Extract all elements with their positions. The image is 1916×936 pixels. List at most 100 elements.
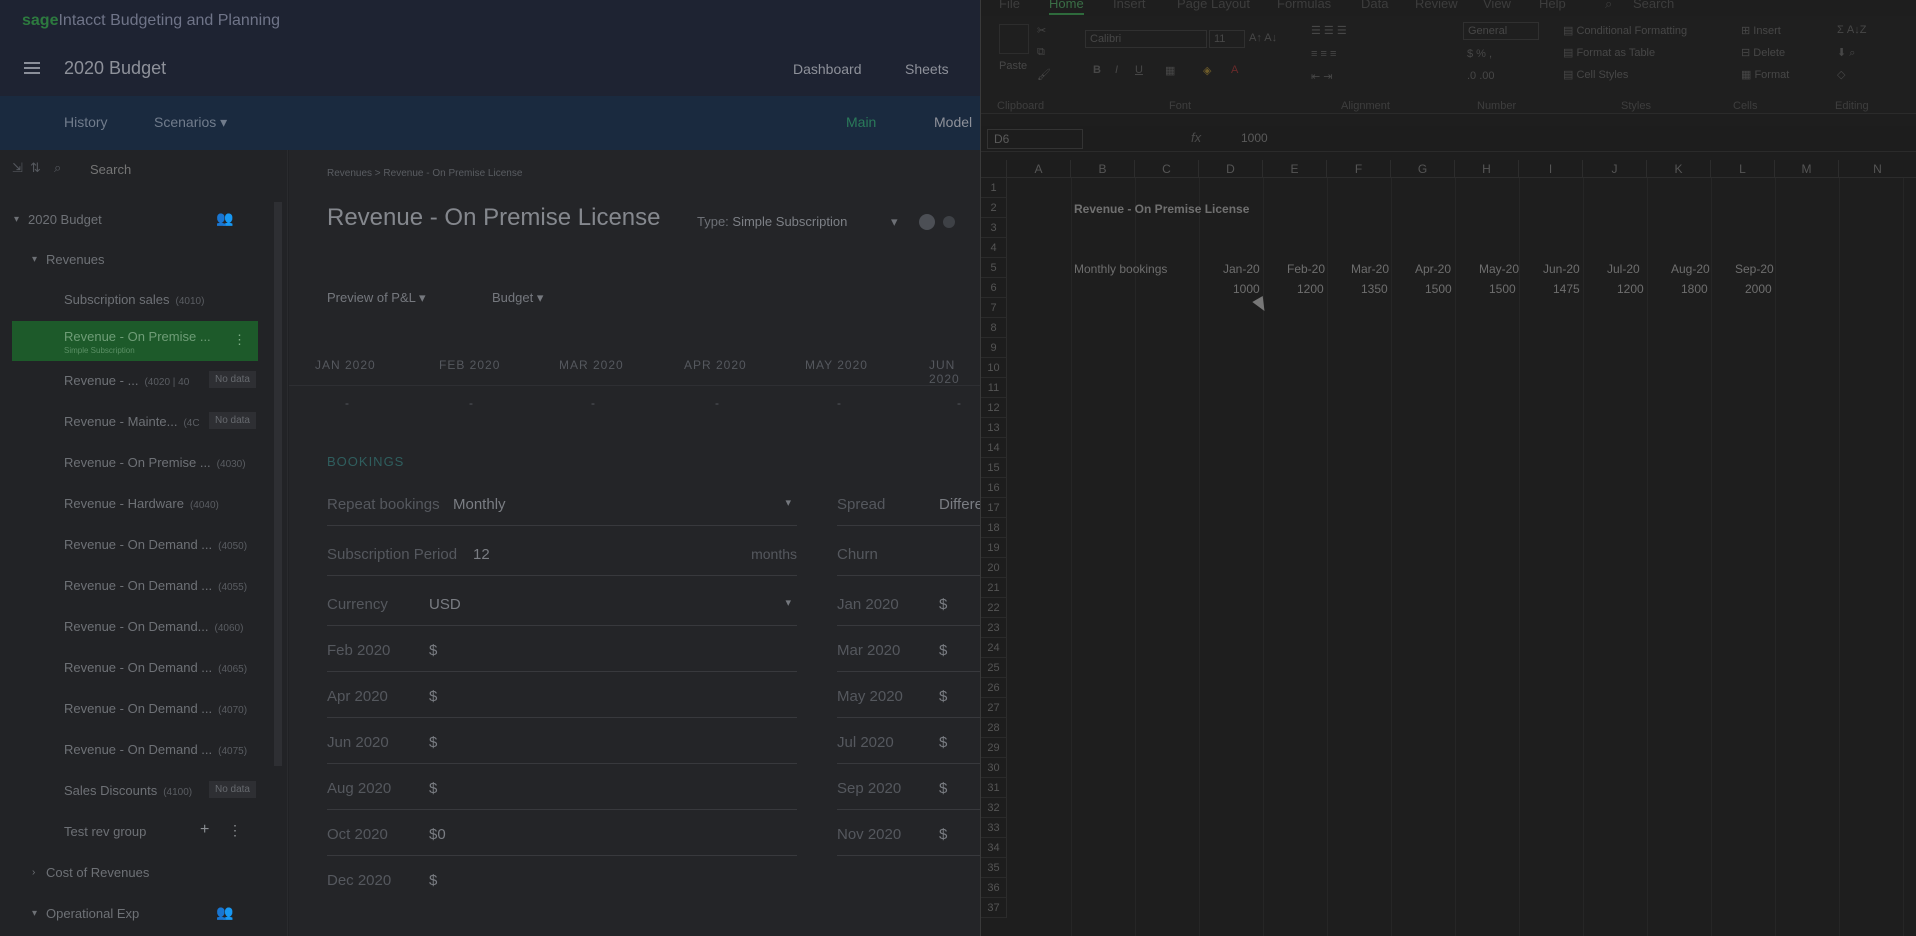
month-cell[interactable]: Jul-20 — [1607, 262, 1640, 276]
month-field[interactable]: Oct 2020 $0 — [327, 816, 797, 856]
nav-sheets[interactable]: Sheets — [905, 61, 949, 77]
font-size-select[interactable]: 11 — [1209, 30, 1245, 48]
tab-page-layout[interactable]: Page Layout — [1177, 0, 1250, 11]
more-icon[interactable]: ⋮ — [228, 822, 242, 839]
select-all-corner[interactable] — [981, 160, 1007, 178]
tab-formulas[interactable]: Formulas — [1277, 0, 1331, 11]
column-header[interactable]: L — [1711, 160, 1775, 178]
tree-item-selected[interactable]: Revenue - On Premise ... Simple Subscrip… — [12, 321, 258, 361]
row-header[interactable]: 32 — [981, 798, 1007, 818]
subscription-period-field[interactable]: Subscription Period 12 months — [327, 536, 797, 576]
clear-icon[interactable]: ◇ — [1837, 68, 1845, 81]
row-header[interactable]: 37 — [981, 898, 1007, 918]
row-header[interactable]: 2 — [981, 198, 1007, 218]
row-header[interactable]: 5 — [981, 258, 1007, 278]
tab-home[interactable]: Home — [1049, 0, 1084, 15]
tree-item[interactable]: Revenue - On Demand... (4060) — [0, 607, 270, 647]
row-header[interactable]: 16 — [981, 478, 1007, 498]
row-header[interactable]: 34 — [981, 838, 1007, 858]
column-header[interactable]: N — [1839, 160, 1916, 178]
italic-icon[interactable]: I — [1115, 64, 1118, 76]
row-header[interactable]: 22 — [981, 598, 1007, 618]
column-header[interactable]: A — [1007, 160, 1071, 178]
format-painter-icon[interactable]: 🖌 — [1037, 68, 1051, 81]
column-header[interactable]: G — [1391, 160, 1455, 178]
spreadsheet-grid[interactable]: A B C D E F G H I J K L M N 1 2 3 4 5 6 7 8 9 10 1… — [981, 160, 1916, 936]
tree-item[interactable]: Sales Discounts (4100) No data — [0, 771, 270, 811]
sheet-title-cell[interactable]: Revenue - On Premise License — [1074, 202, 1249, 216]
tab-help[interactable]: Help — [1539, 0, 1566, 11]
tree-cost-of-revenues[interactable]: › Cost of Revenues — [0, 853, 270, 893]
tab-insert[interactable]: Insert — [1113, 0, 1146, 11]
play-icon[interactable] — [919, 214, 935, 230]
repeat-bookings-select[interactable]: Repeat bookings Monthly ▾ — [327, 486, 797, 526]
value-cell[interactable]: 2000 — [1745, 282, 1772, 296]
month-field[interactable]: Nov 2020 $ — [837, 816, 980, 856]
format-as-table-button[interactable]: ▤ Format as Table — [1563, 46, 1655, 59]
month-cell[interactable]: Sep-20 — [1735, 262, 1774, 276]
tree-item[interactable]: Subscription sales (4010) — [0, 280, 270, 320]
month-cell[interactable]: May-20 — [1479, 262, 1519, 276]
conditional-formatting-button[interactable]: ▤ Conditional Formatting — [1563, 24, 1687, 37]
font-color-icon[interactable]: A — [1231, 64, 1238, 76]
delete-cells-button[interactable]: ⊟ Delete — [1741, 46, 1785, 59]
value-cell[interactable]: 1500 — [1425, 282, 1452, 296]
tab-view[interactable]: View — [1483, 0, 1511, 11]
month-cell[interactable]: Jan-20 — [1223, 262, 1260, 276]
fill-color-icon[interactable]: ◈ — [1203, 64, 1211, 77]
tab-data[interactable]: Data — [1361, 0, 1388, 11]
ribbon-search[interactable]: Search — [1633, 0, 1674, 11]
row-header[interactable]: 14 — [981, 438, 1007, 458]
tab-file[interactable]: File — [999, 0, 1020, 11]
align-top-icon[interactable]: ☰ ☰ ☰ — [1311, 24, 1347, 37]
nav-history[interactable]: History — [64, 114, 108, 130]
currency-icon[interactable]: $ % , — [1467, 48, 1492, 60]
row-header[interactable]: 6 — [981, 278, 1007, 298]
align-left-icon[interactable]: ≡ ≡ ≡ — [1311, 48, 1336, 60]
column-header[interactable]: H — [1455, 160, 1519, 178]
tab-review[interactable]: Review — [1415, 0, 1458, 11]
function-icon[interactable]: fx — [1191, 130, 1201, 145]
row-header[interactable]: 4 — [981, 238, 1007, 258]
more-icon[interactable]: ⋮ — [233, 332, 246, 348]
column-header[interactable]: I — [1519, 160, 1583, 178]
tree-item[interactable]: Revenue - On Demand ... (4070) — [0, 689, 270, 729]
value-cell[interactable]: 1500 — [1489, 282, 1516, 296]
type-select[interactable]: Type: Simple Subscription ▾ — [697, 214, 897, 230]
cut-icon[interactable]: ✂ — [1037, 24, 1046, 37]
tree-item[interactable]: Revenue - On Demand ... (4075) — [0, 730, 270, 770]
row-header[interactable]: 8 — [981, 318, 1007, 338]
tree-item[interactable]: Revenue - On Demand ... (4065) — [0, 648, 270, 688]
row-header[interactable]: 18 — [981, 518, 1007, 538]
churn-field[interactable]: Churn — [837, 536, 980, 576]
row-header[interactable]: 10 — [981, 358, 1007, 378]
column-header[interactable]: E — [1263, 160, 1327, 178]
column-header[interactable]: D — [1199, 160, 1263, 178]
tree-root[interactable]: ▾ 2020 Budget 👥 — [0, 200, 270, 240]
month-field[interactable]: Mar 2020 $ — [837, 632, 980, 672]
month-cell[interactable]: Apr-20 — [1415, 262, 1451, 276]
column-header[interactable]: F — [1327, 160, 1391, 178]
nav-model[interactable]: Model — [934, 114, 972, 130]
row-header[interactable]: 30 — [981, 758, 1007, 778]
spread-select[interactable]: Spread Differe — [837, 486, 980, 526]
row-header[interactable]: 21 — [981, 578, 1007, 598]
row-header[interactable]: 20 — [981, 558, 1007, 578]
row-header[interactable]: 19 — [981, 538, 1007, 558]
column-header[interactable]: M — [1775, 160, 1839, 178]
breadcrumb[interactable]: Revenues > Revenue - On Premise License — [327, 168, 522, 179]
row-header[interactable]: 1 — [981, 178, 1007, 198]
column-header[interactable]: B — [1071, 160, 1135, 178]
search-input[interactable] — [90, 157, 280, 181]
month-field[interactable]: Dec 2020 $ — [327, 862, 797, 902]
month-cell[interactable]: Mar-20 — [1351, 262, 1389, 276]
name-box[interactable]: D6 — [987, 129, 1083, 149]
value-cell[interactable]: 1200 — [1297, 282, 1324, 296]
row-header[interactable]: 9 — [981, 338, 1007, 358]
copy-icon[interactable]: ⧉ — [1037, 46, 1045, 59]
borders-icon[interactable]: ▦ — [1165, 64, 1175, 77]
expand-icon[interactable]: ⇅ — [30, 160, 41, 176]
tree-item[interactable]: Revenue - Hardware (4040) — [0, 484, 270, 524]
autosum-icon[interactable]: Σ A↓Z — [1837, 24, 1866, 36]
decimal-icon[interactable]: .0 .00 — [1467, 70, 1495, 82]
